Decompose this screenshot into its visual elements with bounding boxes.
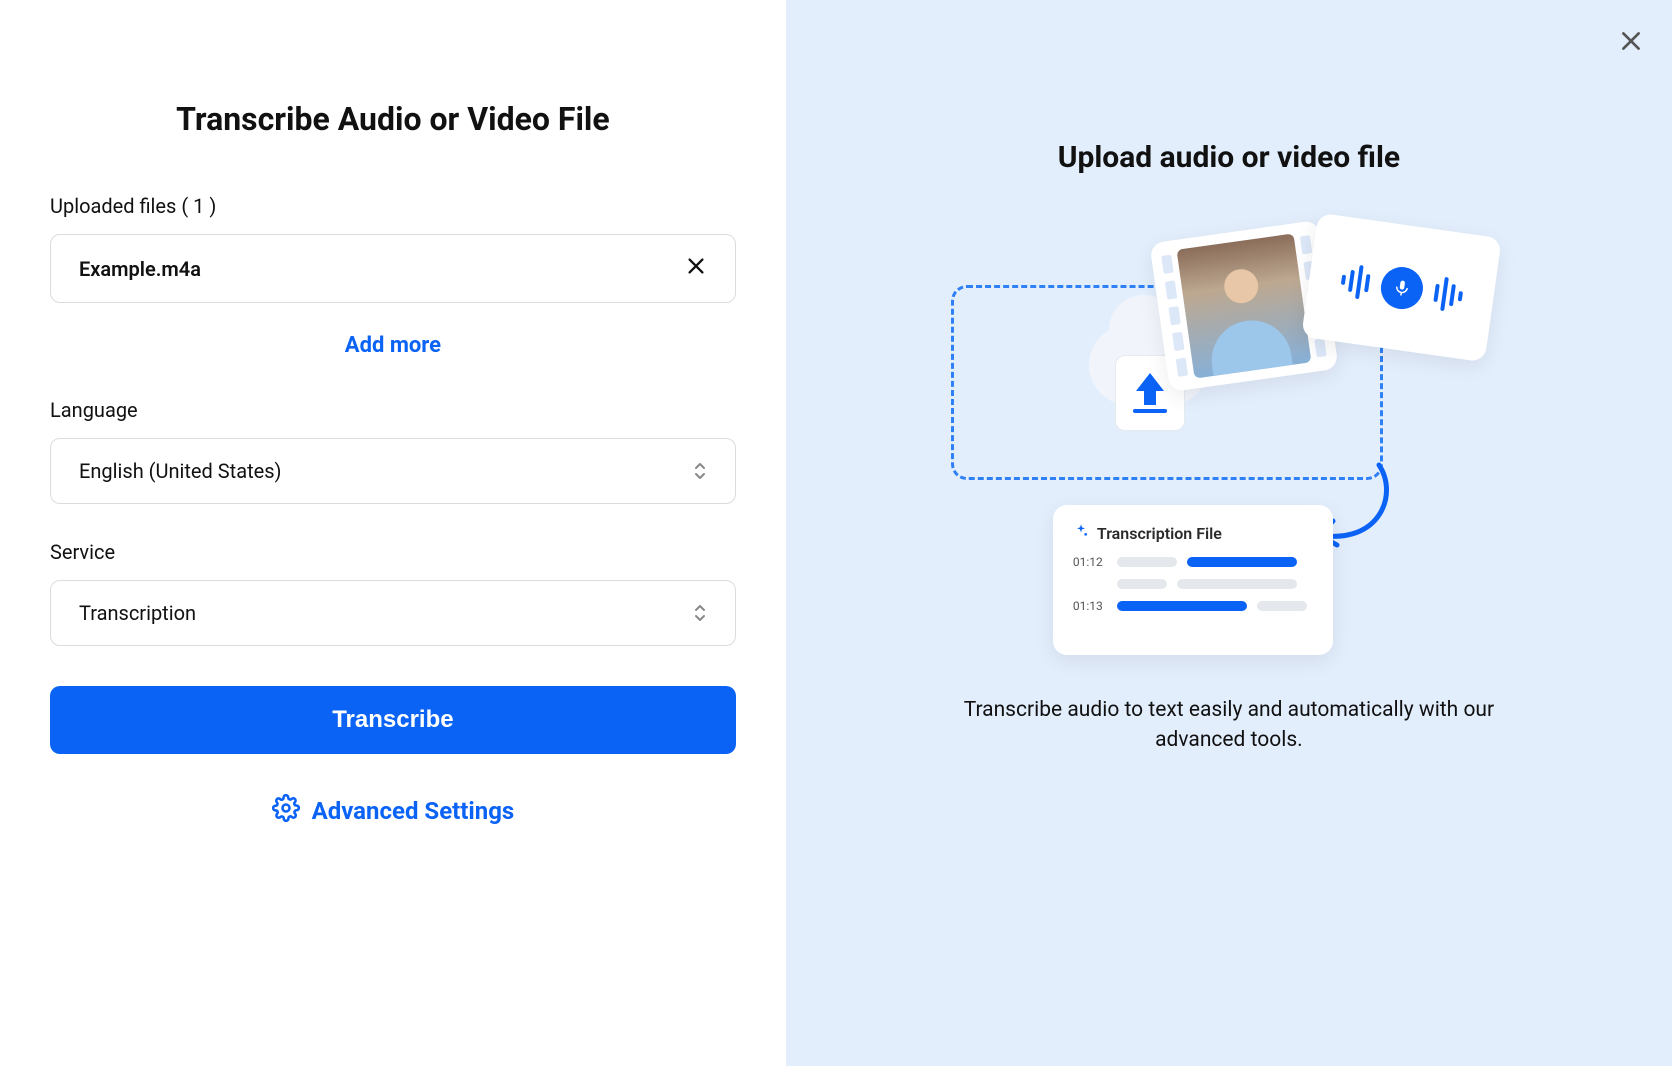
service-label: Service — [50, 540, 736, 564]
info-panel: Upload audio or video file — [786, 0, 1672, 1066]
info-description: Transcribe audio to text easily and auto… — [939, 695, 1519, 756]
sparkle-icon — [1073, 523, 1089, 543]
transcript-card-title: Transcription File — [1097, 524, 1222, 543]
service-value: Transcription — [79, 601, 196, 625]
page-title: Transcribe Audio or Video File — [50, 100, 736, 138]
uploaded-files-prefix: Uploaded files — [50, 194, 176, 218]
uploaded-files-count: ( 1 ) — [181, 194, 216, 218]
uploaded-files-label: Uploaded files ( 1 ) — [50, 194, 736, 218]
language-select[interactable]: English (United States) — [50, 438, 736, 504]
close-icon[interactable] — [1618, 28, 1644, 58]
advanced-settings-label: Advanced Settings — [312, 797, 515, 825]
mic-icon — [1378, 264, 1425, 311]
remove-file-icon[interactable] — [685, 255, 707, 282]
transcribe-button[interactable]: Transcribe — [50, 686, 736, 754]
timestamp-1: 01:12 — [1073, 555, 1107, 569]
select-updown-icon — [693, 461, 707, 481]
illustration: Transcription File 01:12 01:13 — [949, 215, 1509, 655]
audio-card-illustration — [1301, 213, 1502, 363]
uploaded-file-name: Example.m4a — [79, 257, 201, 281]
form-panel: Transcribe Audio or Video File Uploaded … — [0, 0, 786, 1066]
select-updown-icon — [693, 603, 707, 623]
language-value: English (United States) — [79, 459, 282, 483]
add-more-link[interactable]: Add more — [50, 333, 736, 358]
language-label: Language — [50, 398, 736, 422]
info-title: Upload audio or video file — [1058, 140, 1400, 175]
transcript-card-illustration: Transcription File 01:12 01:13 — [1053, 505, 1333, 655]
gear-icon — [272, 794, 300, 828]
advanced-settings-link[interactable]: Advanced Settings — [50, 794, 736, 828]
service-select[interactable]: Transcription — [50, 580, 736, 646]
uploaded-file-row: Example.m4a — [50, 234, 736, 303]
timestamp-2: 01:13 — [1073, 599, 1107, 613]
